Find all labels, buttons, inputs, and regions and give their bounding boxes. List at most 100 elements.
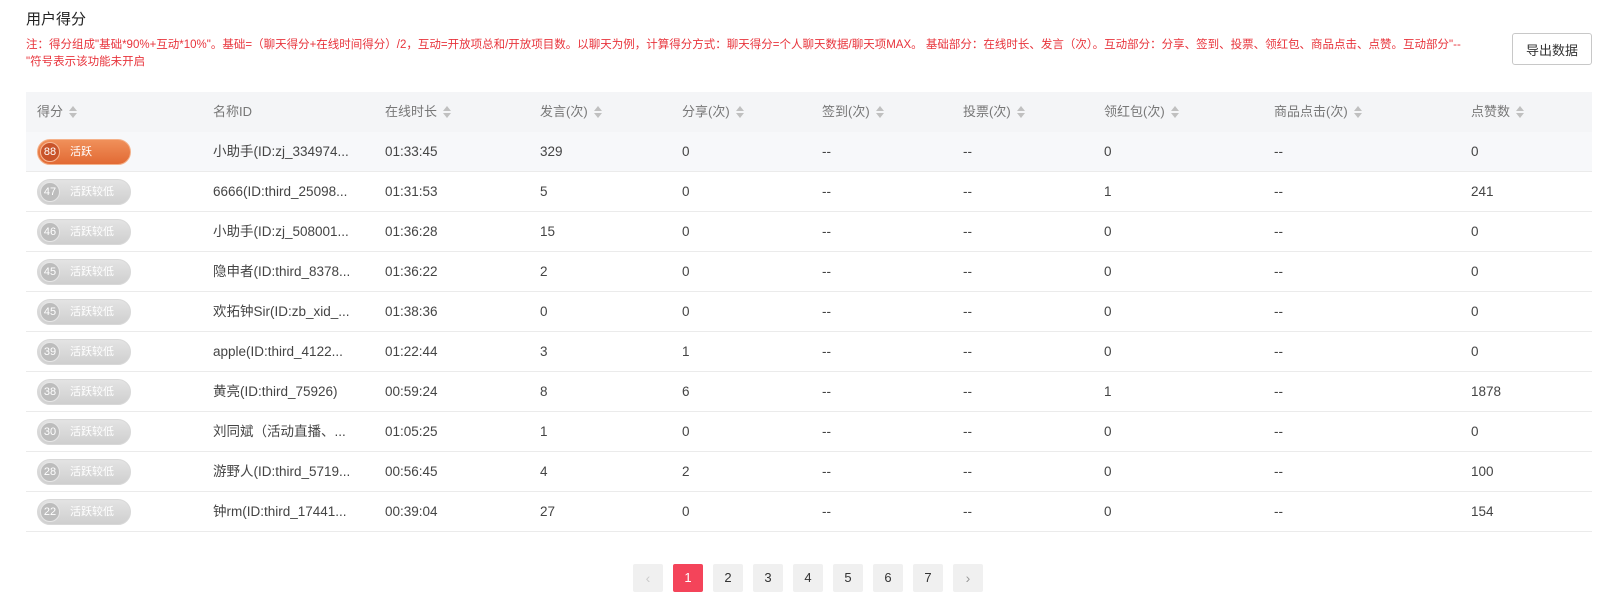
col-speak[interactable]: 发言(次) — [540, 92, 602, 132]
col-redpack[interactable]: 领红包(次) — [1104, 92, 1179, 132]
score-value: 30 — [40, 422, 60, 442]
share-count: 0 — [682, 144, 690, 159]
activity-level: 活跃较低 — [70, 386, 114, 398]
redpack-count: 0 — [1104, 264, 1112, 279]
online-time: 01:36:22 — [385, 264, 438, 279]
page-3-button[interactable]: 3 — [753, 564, 783, 592]
score-badge: 45 活跃较低 — [37, 299, 131, 325]
redpack-count: 0 — [1104, 344, 1112, 359]
col-score[interactable]: 得分 — [37, 92, 78, 132]
activity-level: 活跃较低 — [70, 306, 114, 318]
speak-count: 0 — [540, 304, 548, 319]
share-count: 0 — [682, 304, 690, 319]
sort-icon[interactable] — [69, 105, 78, 118]
speak-count: 27 — [540, 504, 556, 519]
share-count: 0 — [682, 184, 690, 199]
share-count: 6 — [682, 384, 690, 399]
activity-level: 活跃较低 — [70, 226, 114, 238]
page-5-button[interactable]: 5 — [833, 564, 863, 592]
checkin-count: -- — [822, 144, 831, 159]
online-time: 01:22:44 — [385, 344, 438, 359]
product-click-count: -- — [1274, 184, 1283, 199]
product-click-count: -- — [1274, 464, 1283, 479]
user-name-id: 刘同斌（活动直播、... — [213, 424, 346, 439]
product-click-count: -- — [1274, 504, 1283, 519]
share-count: 2 — [682, 464, 690, 479]
score-badge: 45 活跃较低 — [37, 259, 131, 285]
product-click-count: -- — [1274, 304, 1283, 319]
sort-icon[interactable] — [1170, 105, 1179, 118]
user-name-id: 欢拓钟Sir(ID:zb_xid_... — [213, 304, 350, 319]
score-value: 46 — [40, 222, 60, 242]
activity-level: 活跃较低 — [70, 186, 114, 198]
product-click-count: -- — [1274, 144, 1283, 159]
checkin-count: -- — [822, 304, 831, 319]
vote-count: -- — [963, 304, 972, 319]
score-badge: 30 活跃较低 — [37, 419, 131, 445]
likes-count: 100 — [1471, 464, 1494, 479]
redpack-count: 0 — [1104, 504, 1112, 519]
prev-page-button[interactable]: ‹ — [633, 564, 663, 592]
product-click-count: -- — [1274, 424, 1283, 439]
speak-count: 329 — [540, 144, 563, 159]
user-name-id: 钟rm(ID:third_17441... — [213, 504, 347, 519]
score-value: 45 — [40, 262, 60, 282]
page-1-button[interactable]: 1 — [673, 564, 703, 592]
col-vote[interactable]: 投票(次) — [963, 92, 1025, 132]
online-time: 01:38:36 — [385, 304, 438, 319]
score-badge: 28 活跃较低 — [37, 459, 131, 485]
product-click-count: -- — [1274, 224, 1283, 239]
score-note: 注：得分组成"基础*90%+互动*10%"。基础=（聊天得分+在线时间得分）/2… — [26, 39, 1461, 68]
sort-icon[interactable] — [1353, 105, 1362, 118]
score-value: 45 — [40, 302, 60, 322]
sort-icon[interactable] — [443, 105, 452, 118]
redpack-count: 0 — [1104, 144, 1112, 159]
speak-count: 2 — [540, 264, 548, 279]
col-share[interactable]: 分享(次) — [682, 92, 744, 132]
product-click-count: -- — [1274, 344, 1283, 359]
speak-count: 1 — [540, 424, 548, 439]
activity-level: 活跃较低 — [70, 466, 114, 478]
score-value: 22 — [40, 502, 60, 522]
next-page-button[interactable]: › — [953, 564, 983, 592]
vote-count: -- — [963, 424, 972, 439]
sort-icon[interactable] — [875, 105, 884, 118]
table-row: 88 活跃 小助手(ID:zj_334974... 01:33:45 329 0 … — [26, 132, 1592, 172]
page-7-button[interactable]: 7 — [913, 564, 943, 592]
score-table: 得分 名称ID 在线时长 发言(次) 分享(次) 签到(次) 投票(次) 领红包… — [26, 92, 1592, 532]
redpack-count: 0 — [1104, 224, 1112, 239]
online-time: 00:59:24 — [385, 384, 438, 399]
page-2-button[interactable]: 2 — [713, 564, 743, 592]
vote-count: -- — [963, 464, 972, 479]
likes-count: 0 — [1471, 264, 1479, 279]
online-time: 01:33:45 — [385, 144, 438, 159]
table-row: 46 活跃较低 小助手(ID:zj_508001... 01:36:28 15 0… — [26, 212, 1592, 252]
table-row: 38 活跃较低 黄亮(ID:third_75926) 00:59:24 8 6 -… — [26, 372, 1592, 412]
sort-icon[interactable] — [1016, 105, 1025, 118]
table-row: 47 活跃较低 6666(ID:third_25098... 01:31:53 5… — [26, 172, 1592, 212]
table-row: 30 活跃较低 刘同斌（活动直播、... 01:05:25 1 0 -- -- 0… — [26, 412, 1592, 452]
score-badge: 46 活跃较低 — [37, 219, 131, 245]
score-badge: 38 活跃较低 — [37, 379, 131, 405]
likes-count: 1878 — [1471, 384, 1502, 399]
score-badge: 88 活跃 — [37, 139, 131, 165]
online-time: 01:31:53 — [385, 184, 438, 199]
score-badge: 22 活跃较低 — [37, 499, 131, 525]
sort-icon[interactable] — [1516, 105, 1525, 118]
col-product-click[interactable]: 商品点击(次) — [1274, 92, 1362, 132]
sort-icon[interactable] — [593, 105, 602, 118]
table-header: 得分 名称ID 在线时长 发言(次) 分享(次) 签到(次) 投票(次) 领红包… — [26, 92, 1592, 132]
activity-level: 活跃较低 — [70, 266, 114, 278]
table-row: 45 活跃较低 隐申者(ID:third_8378... 01:36:22 2 0… — [26, 252, 1592, 292]
col-likes[interactable]: 点赞数 — [1471, 92, 1525, 132]
col-checkin[interactable]: 签到(次) — [822, 92, 884, 132]
export-data-button[interactable]: 导出数据 — [1512, 33, 1592, 65]
score-value: 88 — [40, 142, 60, 162]
col-online-time[interactable]: 在线时长 — [385, 92, 452, 132]
page-6-button[interactable]: 6 — [873, 564, 903, 592]
page-4-button[interactable]: 4 — [793, 564, 823, 592]
checkin-count: -- — [822, 504, 831, 519]
sort-icon[interactable] — [735, 105, 744, 118]
likes-count: 0 — [1471, 224, 1479, 239]
checkin-count: -- — [822, 184, 831, 199]
